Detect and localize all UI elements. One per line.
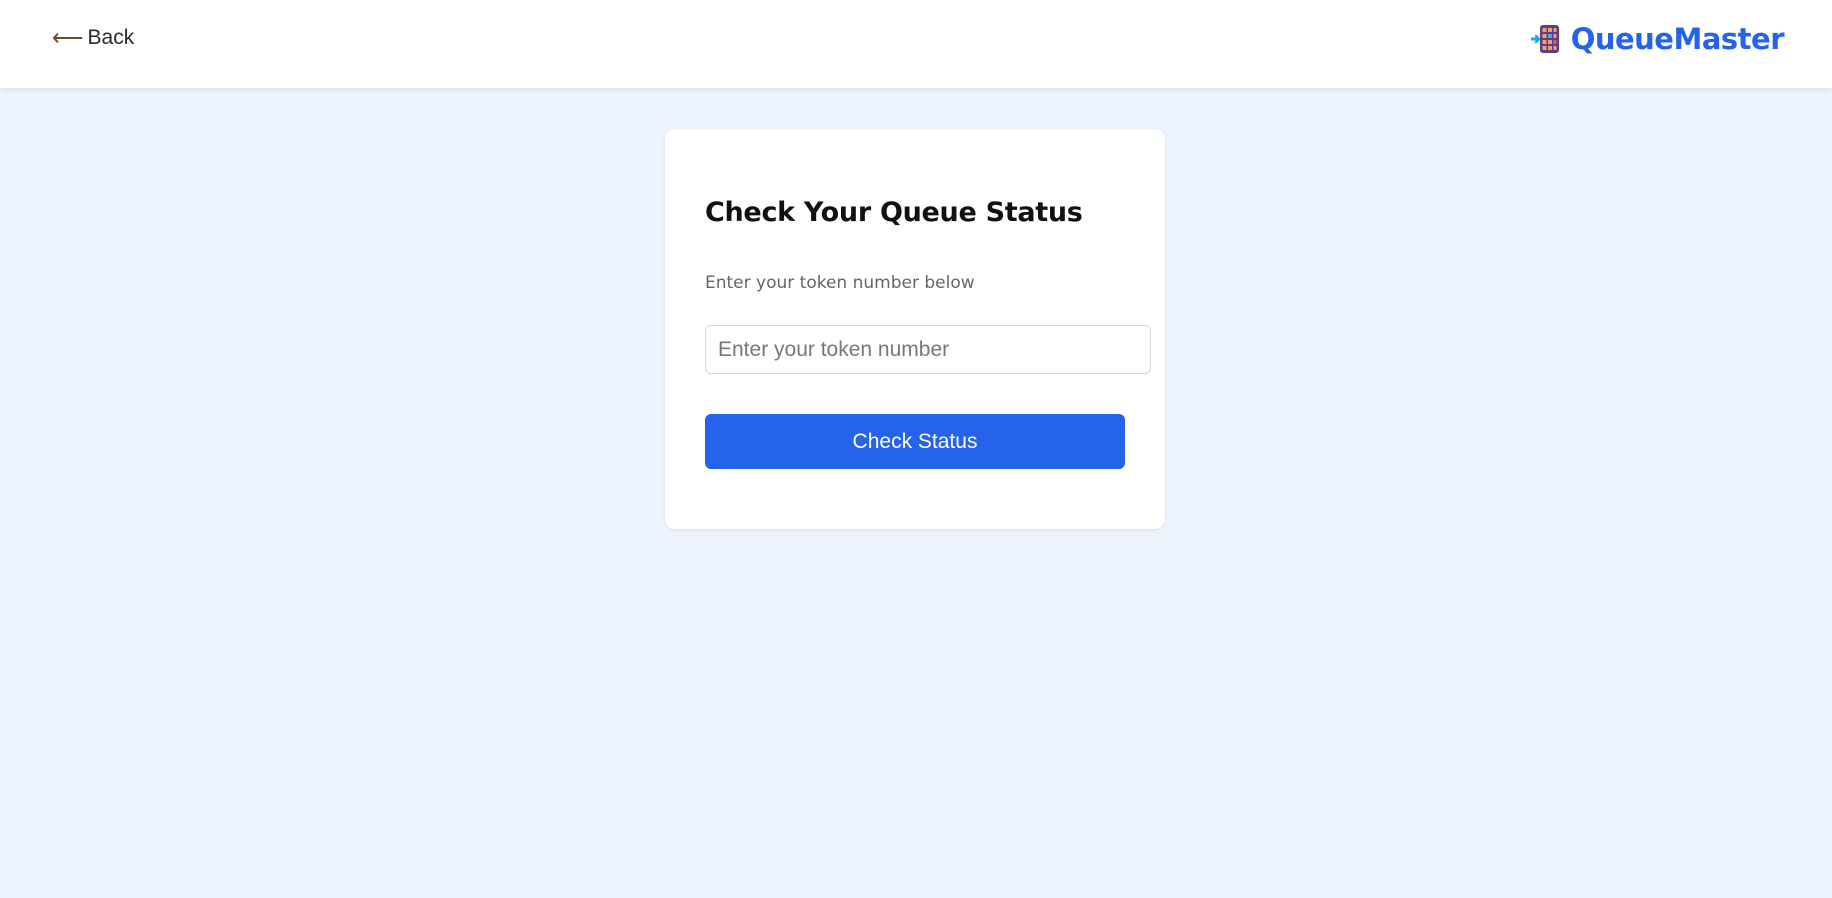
back-link-label: Back [87,26,135,49]
back-link[interactable]: ⟵ Back [52,26,134,50]
queue-status-card: Check Your Queue Status Enter your token… [665,129,1165,529]
token-number-input[interactable] [705,325,1151,374]
card-subtitle: Enter your token number below [705,273,975,293]
check-status-button[interactable]: Check Status [705,414,1125,469]
top-navigation-bar: ⟵ Back QueueMaster [0,0,1832,88]
card-title: Check Your Queue Status [705,197,1083,228]
brand-name: QueueMaster [1570,22,1785,56]
queue-board-icon [1530,23,1561,55]
brand: QueueMaster [1530,22,1785,56]
left-arrow-icon: ⟵ [52,25,84,50]
